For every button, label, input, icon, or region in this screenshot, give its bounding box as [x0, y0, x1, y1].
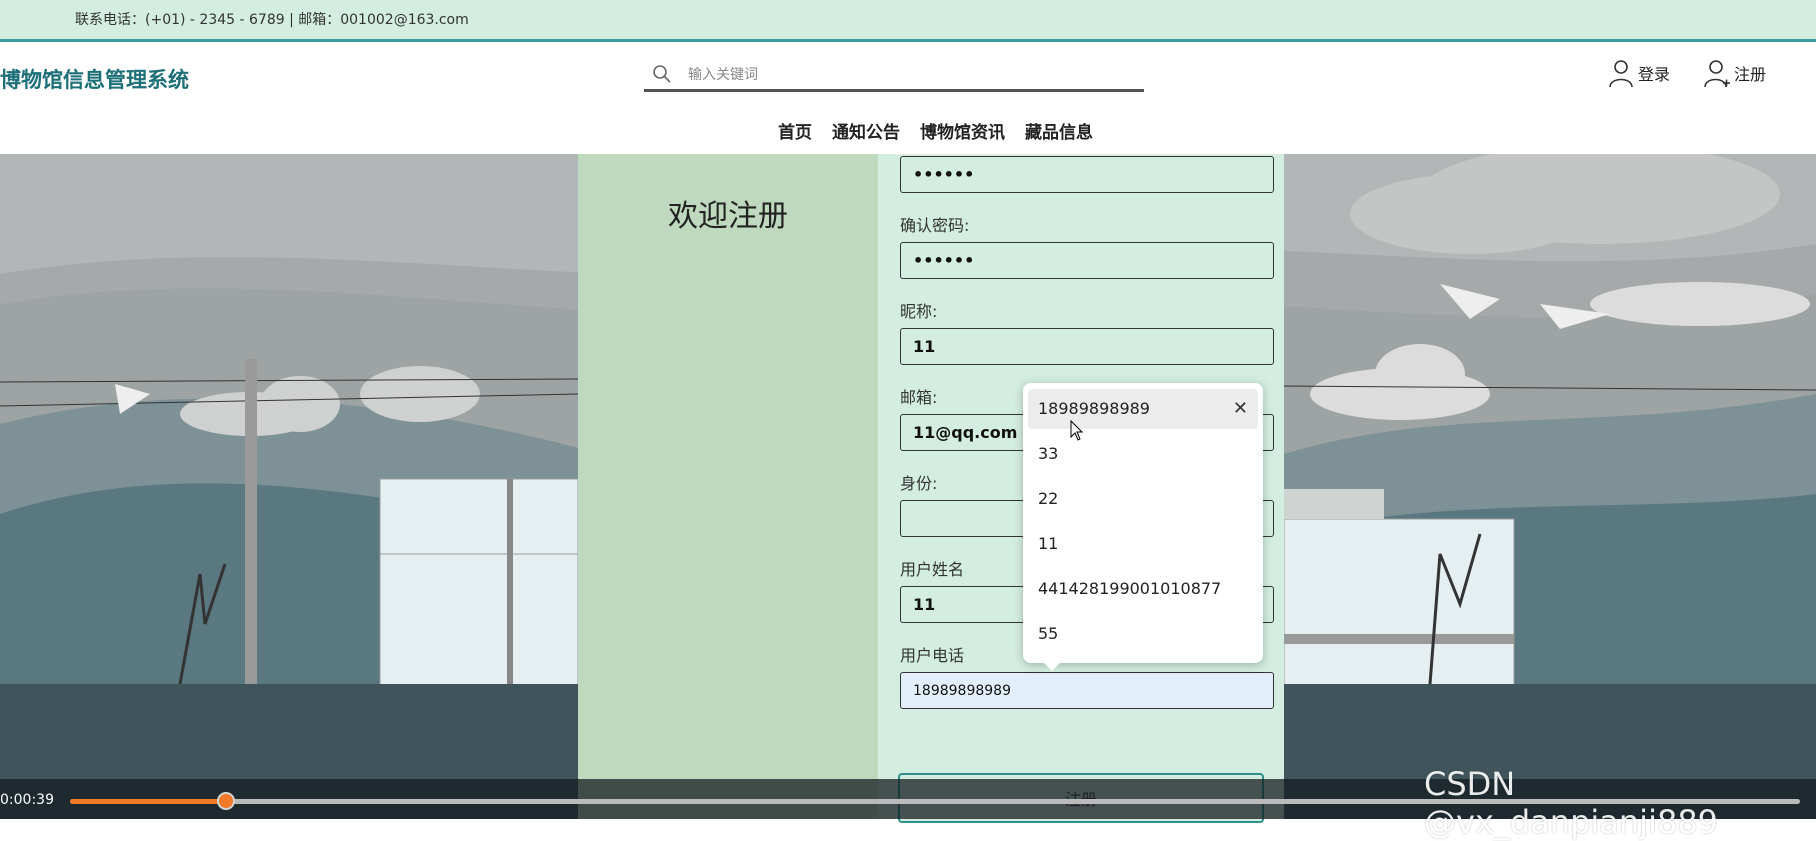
video-time: 0:00:39	[0, 792, 54, 808]
nav-item-news[interactable]: 博物馆资讯	[920, 118, 1005, 143]
email-label: 邮箱:	[900, 388, 938, 407]
autocomplete-option[interactable]: 33	[1028, 434, 1258, 474]
autocomplete-option[interactable]: 18989898989 ✕	[1028, 389, 1258, 429]
login-button[interactable]: 登录	[1608, 58, 1670, 88]
watermark: CSDN @vx_danpianji889	[1424, 765, 1719, 841]
mouse-cursor-icon	[1070, 420, 1084, 441]
nav-item-home[interactable]: 首页	[778, 118, 812, 143]
autocomplete-dropdown: 18989898989 ✕ 33 22 11 44142819900101087…	[1023, 383, 1263, 671]
nickname-label: 昵称:	[900, 302, 938, 321]
search-icon	[653, 65, 671, 83]
phone-field[interactable]	[900, 672, 1274, 709]
add-user-icon	[1704, 60, 1730, 88]
login-label: 登录	[1638, 65, 1671, 84]
identity-label: 身份:	[900, 474, 938, 493]
video-progress-handle[interactable]	[216, 792, 235, 810]
autocomplete-option[interactable]: 22	[1028, 479, 1258, 519]
main-nav: 首页 通知公告 博物馆资讯 藏品信息	[778, 118, 1113, 143]
search-input[interactable]	[686, 62, 1130, 88]
autocomplete-option[interactable]: 55	[1028, 614, 1258, 654]
contact-info: 联系电话：(+01) - 2345 - 6789 | 邮箱：001002@163…	[75, 12, 469, 28]
nav-item-notices[interactable]: 通知公告	[832, 118, 900, 143]
phone-label: 用户电话	[900, 646, 965, 665]
search-bar	[644, 56, 1144, 92]
autocomplete-option-text: 18989898989	[1038, 399, 1150, 418]
nav-item-collections[interactable]: 藏品信息	[1025, 118, 1093, 143]
confirm-password-label: 确认密码:	[900, 216, 970, 235]
password-field[interactable]	[900, 156, 1274, 193]
close-icon[interactable]: ✕	[1233, 389, 1248, 429]
site-brand[interactable]: 博物馆信息管理系统	[0, 64, 189, 94]
video-progress-fill	[70, 799, 226, 804]
nickname-field[interactable]	[900, 328, 1274, 365]
register-label: 注册	[1734, 65, 1767, 84]
user-icon	[1609, 60, 1633, 88]
register-button[interactable]: 注册	[1704, 58, 1766, 88]
autocomplete-option[interactable]: 441428199001010877	[1028, 569, 1258, 609]
confirm-password-field[interactable]	[900, 242, 1274, 279]
register-panel-side	[578, 154, 878, 819]
contact-bar: 联系电话：(+01) - 2345 - 6789 | 邮箱：001002@163…	[0, 0, 1816, 42]
username-label: 用户姓名	[900, 560, 965, 579]
register-title: 欢迎注册	[668, 199, 788, 234]
autocomplete-option[interactable]: 11	[1028, 524, 1258, 564]
